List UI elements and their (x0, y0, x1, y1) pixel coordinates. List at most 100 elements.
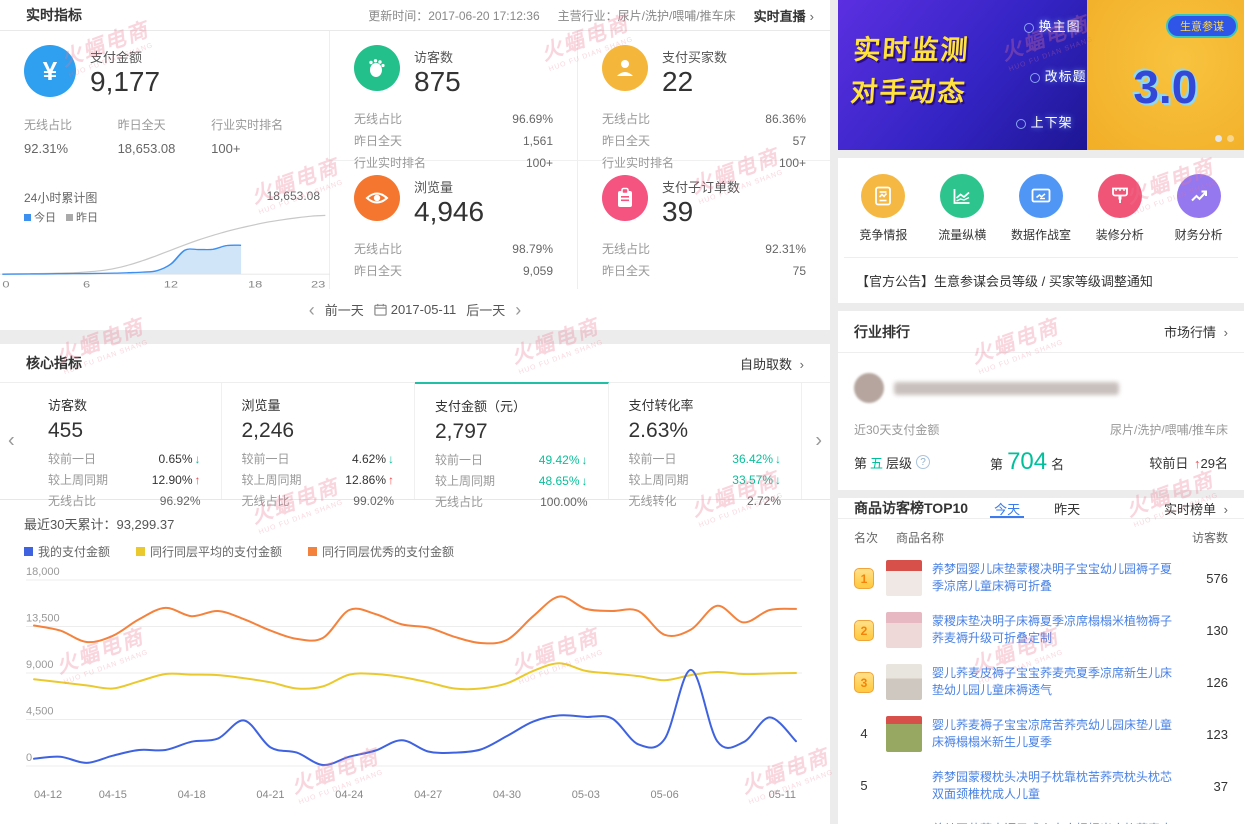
tab-visitors[interactable]: 访客数 455 较前一日0.65%↓ 较上周同期12.90%↑ 无线占比96.9… (28, 383, 222, 499)
feature-data-war-room[interactable]: 数据作战室 (1002, 174, 1081, 243)
buyers-value: 22 (662, 66, 727, 98)
down-arrow-icon: ↓ (775, 473, 781, 487)
product-thumbnail (886, 820, 922, 824)
products-title: 商品访客榜TOP10 (854, 498, 968, 518)
promo-banner[interactable]: 实时监测对手动态 换主图 改标题 上下架 生意参谋 3.0 (838, 0, 1244, 150)
chart-legend: 我的支付金额 同行同层平均的支付金额 同行同层优秀的支付金额 (24, 543, 806, 560)
feature-finance-analysis[interactable]: 财务分析 (1159, 174, 1238, 243)
pay-amount-card: ¥ 支付金额 9,177 无线占比92.31% 昨日全天18,653.08 行业… (0, 31, 330, 289)
pay-amount-label: 支付金额 (90, 45, 160, 66)
brush-icon (1098, 174, 1142, 218)
date-picker[interactable]: 2017-05-11 (374, 302, 457, 317)
trend-chart-section: 最近30天累计：93,299.37 我的支付金额 同行同层平均的支付金额 同行同… (0, 500, 830, 824)
prev-day-button[interactable]: 前一天 (325, 300, 364, 319)
product-name-link[interactable]: 养梦园蒙稷枕头决明子枕靠枕苦荞壳枕头枕芯双面颈椎枕成人儿童 (932, 769, 1182, 803)
chevron-right-icon: › (800, 357, 804, 372)
svg-text:12: 12 (164, 280, 178, 290)
blue-legend-swatch (24, 547, 33, 556)
product-thumbnail (886, 560, 922, 596)
next-day-arrow-icon[interactable]: › (515, 301, 521, 319)
banner-badge: 生意参谋 (1166, 14, 1238, 38)
legend-peer-excellent[interactable]: 同行同层优秀的支付金额 (308, 543, 454, 560)
tab-conversion-rate[interactable]: 支付转化率 2.63% 较前一日36.42%↓ 较上周同期33.57%↓ 无线转… (609, 383, 803, 499)
svg-text:18,000: 18,000 (26, 566, 60, 578)
rank-trend: 较前日 ↑29名 (1149, 453, 1228, 472)
tab-pageviews[interactable]: 浏览量 2,246 较前一日4.62%↓ 较上周同期12.86%↑ 无线占比99… (222, 383, 416, 499)
tabs-scroll-left-icon[interactable]: ‹ (8, 430, 15, 453)
rank-badge: 1 (854, 568, 874, 589)
product-row[interactable]: 6 养梦园苦荞壳褥子成人大床榻榻米床垫荞麦皮凉席适合学生夏天床褥 22 (838, 812, 1244, 824)
tabs-scroll-right-icon[interactable]: › (815, 430, 822, 453)
down-arrow-icon: ↓ (582, 474, 588, 488)
svg-text:05-03: 05-03 (572, 789, 600, 801)
down-arrow-icon: ↓ (195, 452, 201, 466)
line-chart-icon (940, 174, 984, 218)
industry-rank-title: 行业排行 (854, 322, 910, 342)
product-row[interactable]: 2 蒙稷床垫决明子床褥夏季凉席榻榻米植物褥子荞麦褥升级可折叠定制 130 (838, 604, 1244, 656)
visitors-card: 访客数 875 无线占比96.69% 昨日全天1,561 行业实时排名100+ (330, 31, 577, 160)
product-visitors: 123 (1182, 727, 1228, 742)
core-title: 核心指标 (26, 353, 82, 373)
svg-text:04-27: 04-27 (414, 789, 442, 801)
svg-text:04-12: 04-12 (34, 789, 62, 801)
carousel-dot-2[interactable] (1227, 135, 1234, 142)
30day-total-label: 最近30天累计： (24, 517, 116, 532)
up-arrow-icon: ↑ (195, 473, 201, 487)
feature-decoration-analysis[interactable]: 装修分析 (1080, 174, 1159, 243)
help-question-icon[interactable]: ? (916, 455, 930, 469)
product-visitors: 126 (1182, 675, 1228, 690)
30day-total-value: 93,299.37 (116, 517, 174, 532)
current-date: 2017-05-11 (391, 302, 457, 317)
product-name-link[interactable]: 养梦园婴儿床垫蒙稷决明子宝宝幼儿园褥子夏季凉席儿童床褥可折叠 (932, 561, 1182, 595)
down-arrow-icon: ↓ (388, 452, 394, 466)
product-thumbnail (886, 716, 922, 752)
product-row[interactable]: 3 婴儿荞麦皮褥子宝宝荞麦壳夏季凉席新生儿床垫幼儿园儿童床褥透气 126 (838, 656, 1244, 708)
product-visitors: 130 (1182, 623, 1228, 638)
legend-my-pay-amount[interactable]: 我的支付金额 (24, 543, 110, 560)
svg-text:04-15: 04-15 (99, 789, 127, 801)
product-row[interactable]: 1 养梦园婴儿床垫蒙稷决明子宝宝幼儿园褥子夏季凉席儿童床褥可折叠 576 (838, 552, 1244, 604)
product-name-link[interactable]: 蒙稷床垫决明子床褥夏季凉席榻榻米植物褥子荞麦褥升级可折叠定制 (932, 613, 1182, 647)
legend-peer-average[interactable]: 同行同层平均的支付金额 (136, 543, 282, 560)
industry-rank-number: 第704名 (990, 448, 1064, 476)
carousel-dots (1215, 135, 1234, 142)
tab-today[interactable]: 今天 (994, 498, 1020, 518)
realtime-metrics: ¥ 支付金额 9,177 无线占比92.31% 昨日全天18,653.08 行业… (0, 31, 830, 289)
suborders-value: 39 (662, 196, 740, 228)
market-quotes-link[interactable]: 市场行情 › (1164, 322, 1228, 341)
svg-text:04-24: 04-24 (335, 789, 363, 801)
svg-text:4,500: 4,500 (26, 706, 54, 718)
tab-yesterday[interactable]: 昨天 (1054, 498, 1080, 518)
self-service-data-link[interactable]: 自助取数 › (740, 354, 804, 373)
next-day-button[interactable]: 后一天 (466, 300, 505, 319)
left-panel: 实时指标 更新时间：2017-06-20 17:12:36 主营行业：尿片/洗护… (0, 0, 830, 824)
product-thumbnail (886, 664, 922, 700)
product-name-link[interactable]: 婴儿荞麦褥子宝宝凉席苦荞壳幼儿园床垫儿童床褥榻榻米新生儿夏季 (932, 717, 1182, 751)
realtime-ranking-link[interactable]: 实时榜单 › (1164, 499, 1228, 518)
banner-version: 3.0 (1133, 60, 1197, 114)
product-row[interactable]: 4 婴儿荞麦褥子宝宝凉席苦荞壳幼儿园床垫儿童床褥榻榻米新生儿夏季 123 (838, 708, 1244, 760)
category-label: 尿片/洗护/喂哺/推车床 (1110, 421, 1228, 438)
dashboard-page: 实时指标 更新时间：2017-06-20 17:12:36 主营行业：尿片/洗护… (0, 0, 1244, 824)
official-announcement-link[interactable]: 【官方公告】生意参谋会员等级 / 买家等级调整通知 (844, 257, 1238, 303)
feature-traffic-analysis[interactable]: 流量纵横 (923, 174, 1002, 243)
svg-text:13,500: 13,500 (26, 613, 60, 625)
carousel-dot-1[interactable] (1215, 135, 1222, 142)
tab-pay-amount[interactable]: 支付金额（元） 2,797 较前一日49.42%↓ 较上周同期48.65%↓ 无… (415, 382, 609, 499)
pageviews-value: 4,946 (414, 196, 484, 228)
calendar-icon (374, 303, 387, 316)
footprint-icon (354, 45, 400, 91)
svg-text:05-06: 05-06 (651, 789, 679, 801)
clipboard-icon (602, 175, 648, 221)
product-name-link[interactable]: 婴儿荞麦皮褥子宝宝荞麦壳夏季凉席新生儿床垫幼儿园儿童床褥透气 (932, 665, 1182, 699)
prev-day-arrow-icon[interactable]: ‹ (309, 301, 315, 319)
product-thumbnail (886, 612, 922, 648)
product-row[interactable]: 5 养梦园蒙稷枕头决明子枕靠枕苦荞壳枕头枕芯双面颈椎枕成人儿童 37 (838, 760, 1244, 812)
feature-competition-intel[interactable]: 竞争情报 (844, 174, 923, 243)
30day-pay-label: 近30天支付金额 (854, 421, 939, 438)
down-arrow-icon: ↓ (582, 453, 588, 467)
chart-24h-title: 24小时累计图 (24, 189, 306, 206)
monitor-icon (1019, 174, 1063, 218)
live-broadcast-link[interactable]: 实时直播› (754, 6, 814, 25)
products-column-header: 名次 商品名称 访客数 (838, 519, 1244, 552)
